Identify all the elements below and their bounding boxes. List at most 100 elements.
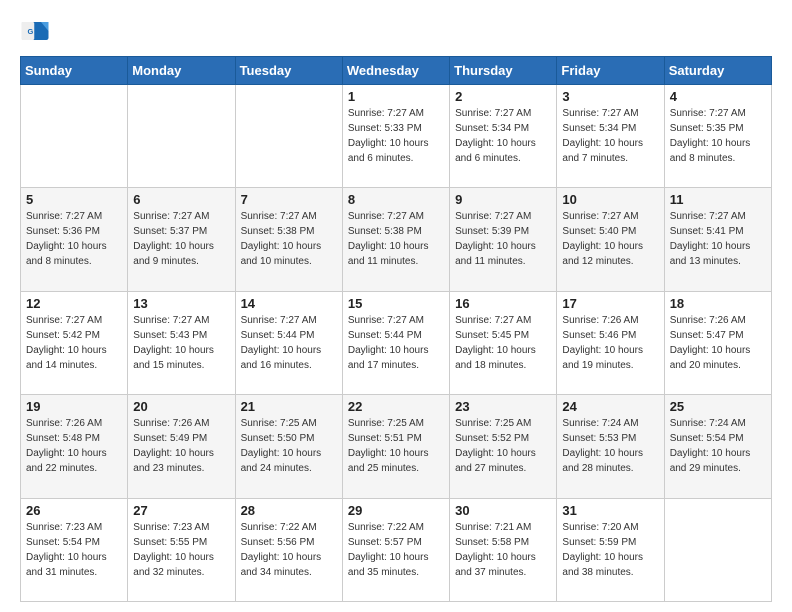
day-info: Sunrise: 7:27 AM Sunset: 5:38 PM Dayligh… [348, 209, 444, 269]
empty-cell [664, 498, 771, 601]
day-number: 4 [670, 89, 766, 104]
day-info: Sunrise: 7:27 AM Sunset: 5:44 PM Dayligh… [241, 313, 337, 373]
day-number: 11 [670, 192, 766, 207]
day-number: 3 [562, 89, 658, 104]
day-info: Sunrise: 7:26 AM Sunset: 5:46 PM Dayligh… [562, 313, 658, 373]
day-number: 27 [133, 503, 229, 518]
day-number: 25 [670, 399, 766, 414]
day-info: Sunrise: 7:27 AM Sunset: 5:34 PM Dayligh… [455, 106, 551, 166]
day-cell-15: 15 Sunrise: 7:27 AM Sunset: 5:44 PM Dayli… [342, 291, 449, 394]
day-cell-23: 23 Sunrise: 7:25 AM Sunset: 5:52 PM Dayli… [450, 395, 557, 498]
day-cell-12: 12Sunrise: 7:27 AM Sunset: 5:42 PM Dayli… [21, 291, 128, 394]
day-number: 1 [348, 89, 444, 104]
day-info: Sunrise: 7:23 AM Sunset: 5:55 PM Dayligh… [133, 520, 229, 580]
day-cell-25: 25 Sunrise: 7:24 AM Sunset: 5:54 PM Dayli… [664, 395, 771, 498]
day-info: Sunrise: 7:27 AM Sunset: 5:39 PM Dayligh… [455, 209, 551, 269]
day-cell-9: 9 Sunrise: 7:27 AM Sunset: 5:39 PM Daylig… [450, 188, 557, 291]
day-info: Sunrise: 7:26 AM Sunset: 5:48 PM Dayligh… [26, 416, 122, 476]
day-number: 14 [241, 296, 337, 311]
day-cell-8: 8 Sunrise: 7:27 AM Sunset: 5:38 PM Daylig… [342, 188, 449, 291]
day-cell-31: 31Sunrise: 7:20 AM Sunset: 5:59 PM Dayli… [557, 498, 664, 601]
day-number: 7 [241, 192, 337, 207]
day-cell-5: 5 Sunrise: 7:27 AM Sunset: 5:36 PM Daylig… [21, 188, 128, 291]
day-number: 30 [455, 503, 551, 518]
day-number: 31 [562, 503, 658, 518]
logo-icon: G [20, 16, 50, 46]
day-info: Sunrise: 7:24 AM Sunset: 5:54 PM Dayligh… [670, 416, 766, 476]
day-number: 10 [562, 192, 658, 207]
day-info: Sunrise: 7:26 AM Sunset: 5:47 PM Dayligh… [670, 313, 766, 373]
day-number: 28 [241, 503, 337, 518]
day-info: Sunrise: 7:22 AM Sunset: 5:56 PM Dayligh… [241, 520, 337, 580]
empty-cell [128, 85, 235, 188]
weekday-sunday: Sunday [21, 57, 128, 85]
day-info: Sunrise: 7:27 AM Sunset: 5:34 PM Dayligh… [562, 106, 658, 166]
day-cell-29: 29 Sunrise: 7:22 AM Sunset: 5:57 PM Dayli… [342, 498, 449, 601]
day-cell-21: 21Sunrise: 7:25 AM Sunset: 5:50 PM Dayli… [235, 395, 342, 498]
empty-cell [235, 85, 342, 188]
day-info: Sunrise: 7:23 AM Sunset: 5:54 PM Dayligh… [26, 520, 122, 580]
day-cell-28: 28 Sunrise: 7:22 AM Sunset: 5:56 PM Dayli… [235, 498, 342, 601]
day-number: 26 [26, 503, 122, 518]
weekday-friday: Friday [557, 57, 664, 85]
day-number: 2 [455, 89, 551, 104]
svg-text:G: G [28, 27, 34, 36]
day-cell-11: 11 Sunrise: 7:27 AM Sunset: 5:41 PM Dayli… [664, 188, 771, 291]
day-cell-1: 1Sunrise: 7:27 AM Sunset: 5:33 PM Daylig… [342, 85, 449, 188]
day-cell-14: 14 Sunrise: 7:27 AM Sunset: 5:44 PM Dayli… [235, 291, 342, 394]
day-number: 22 [348, 399, 444, 414]
day-info: Sunrise: 7:27 AM Sunset: 5:41 PM Dayligh… [670, 209, 766, 269]
day-info: Sunrise: 7:27 AM Sunset: 5:45 PM Dayligh… [455, 313, 551, 373]
day-number: 12 [26, 296, 122, 311]
day-info: Sunrise: 7:27 AM Sunset: 5:36 PM Dayligh… [26, 209, 122, 269]
day-info: Sunrise: 7:25 AM Sunset: 5:52 PM Dayligh… [455, 416, 551, 476]
weekday-thursday: Thursday [450, 57, 557, 85]
day-number: 5 [26, 192, 122, 207]
day-info: Sunrise: 7:27 AM Sunset: 5:38 PM Dayligh… [241, 209, 337, 269]
day-cell-17: 17 Sunrise: 7:26 AM Sunset: 5:46 PM Dayli… [557, 291, 664, 394]
day-number: 24 [562, 399, 658, 414]
logo: G [20, 16, 54, 46]
day-number: 16 [455, 296, 551, 311]
day-info: Sunrise: 7:22 AM Sunset: 5:57 PM Dayligh… [348, 520, 444, 580]
day-info: Sunrise: 7:27 AM Sunset: 5:40 PM Dayligh… [562, 209, 658, 269]
weekday-header-row: SundayMondayTuesdayWednesdayThursdayFrid… [21, 57, 772, 85]
day-number: 17 [562, 296, 658, 311]
day-cell-22: 22 Sunrise: 7:25 AM Sunset: 5:51 PM Dayli… [342, 395, 449, 498]
day-info: Sunrise: 7:24 AM Sunset: 5:53 PM Dayligh… [562, 416, 658, 476]
day-cell-6: 6Sunrise: 7:27 AM Sunset: 5:37 PM Daylig… [128, 188, 235, 291]
day-cell-24: 24 Sunrise: 7:24 AM Sunset: 5:53 PM Dayli… [557, 395, 664, 498]
day-cell-18: 18 Sunrise: 7:26 AM Sunset: 5:47 PM Dayli… [664, 291, 771, 394]
day-cell-3: 3 Sunrise: 7:27 AM Sunset: 5:34 PM Daylig… [557, 85, 664, 188]
day-number: 9 [455, 192, 551, 207]
day-cell-2: 2 Sunrise: 7:27 AM Sunset: 5:34 PM Daylig… [450, 85, 557, 188]
weekday-tuesday: Tuesday [235, 57, 342, 85]
day-number: 8 [348, 192, 444, 207]
empty-cell [21, 85, 128, 188]
day-number: 19 [26, 399, 122, 414]
day-info: Sunrise: 7:26 AM Sunset: 5:49 PM Dayligh… [133, 416, 229, 476]
day-info: Sunrise: 7:27 AM Sunset: 5:44 PM Dayligh… [348, 313, 444, 373]
day-number: 18 [670, 296, 766, 311]
day-info: Sunrise: 7:27 AM Sunset: 5:43 PM Dayligh… [133, 313, 229, 373]
week-row-4: 19 Sunrise: 7:26 AM Sunset: 5:48 PM Dayli… [21, 395, 772, 498]
day-info: Sunrise: 7:25 AM Sunset: 5:51 PM Dayligh… [348, 416, 444, 476]
day-info: Sunrise: 7:25 AM Sunset: 5:50 PM Dayligh… [241, 416, 337, 476]
day-info: Sunrise: 7:27 AM Sunset: 5:35 PM Dayligh… [670, 106, 766, 166]
day-cell-30: 30Sunrise: 7:21 AM Sunset: 5:58 PM Dayli… [450, 498, 557, 601]
day-number: 23 [455, 399, 551, 414]
weekday-saturday: Saturday [664, 57, 771, 85]
calendar-page: G SundayMondayTuesdayWednesdayThursdayFr… [0, 0, 792, 612]
weekday-wednesday: Wednesday [342, 57, 449, 85]
day-cell-10: 10 Sunrise: 7:27 AM Sunset: 5:40 PM Dayli… [557, 188, 664, 291]
day-cell-26: 26 Sunrise: 7:23 AM Sunset: 5:54 PM Dayli… [21, 498, 128, 601]
day-cell-20: 20 Sunrise: 7:26 AM Sunset: 5:49 PM Dayli… [128, 395, 235, 498]
day-cell-16: 16 Sunrise: 7:27 AM Sunset: 5:45 PM Dayli… [450, 291, 557, 394]
day-info: Sunrise: 7:27 AM Sunset: 5:37 PM Dayligh… [133, 209, 229, 269]
day-number: 15 [348, 296, 444, 311]
day-number: 20 [133, 399, 229, 414]
weekday-monday: Monday [128, 57, 235, 85]
calendar-table: SundayMondayTuesdayWednesdayThursdayFrid… [20, 56, 772, 602]
day-number: 29 [348, 503, 444, 518]
header: G [20, 16, 772, 46]
